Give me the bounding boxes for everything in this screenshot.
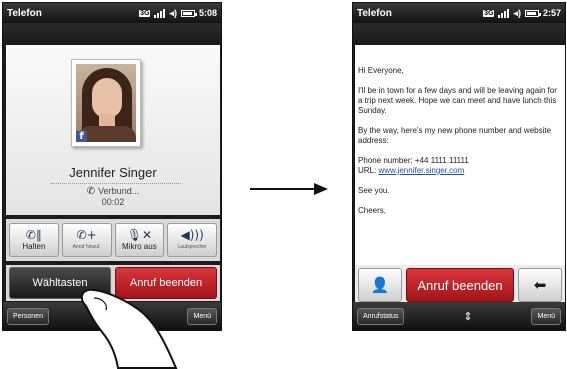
contact-name: Jennifer Singer: [69, 165, 157, 180]
facebook-icon: f: [76, 131, 87, 142]
connecting-phone-icon: ✆: [86, 186, 96, 197]
phone-screen-message-view: Telefon 3G ◂) 2:57 Hi Everyone, I'll be …: [352, 2, 566, 331]
speaker-button[interactable]: ◀))) Lautsprecher: [167, 223, 217, 257]
header-band: [353, 23, 565, 45]
add-call-button[interactable]: ✆+ Anruf hinzuf.: [61, 223, 112, 257]
hold-label: Halten: [22, 242, 46, 251]
mute-button[interactable]: 🎙✕ Mikro aus: [114, 223, 165, 257]
menu-softkey[interactable]: Menü: [531, 307, 561, 325]
battery-icon: [524, 9, 541, 17]
network-3g-icon: 3G: [483, 9, 495, 17]
clock: 2:57: [542, 8, 561, 18]
back-arrow-icon: ⬅: [533, 276, 547, 294]
contact-person-icon: 👤: [370, 276, 390, 294]
contacts-softkey[interactable]: Personen: [7, 307, 49, 325]
status-bar: Telefon 3G ◂) 2:57: [353, 3, 565, 23]
signoff: Cheers,: [358, 206, 387, 215]
phone-number-line: Phone number: +44 1111 11111: [358, 156, 469, 165]
status-bar: Telefon 3G ◂) 5:08: [3, 3, 221, 23]
call-info-panel: f Jennifer Singer ✆ Verbund... 00:02: [6, 45, 220, 215]
header-band: [3, 23, 221, 45]
add-call-icon: ✆+: [76, 228, 97, 242]
mic-mute-icon: 🎙✕: [126, 228, 153, 242]
contact-photo: f: [71, 59, 141, 147]
greeting: Hi Everyone,: [358, 66, 404, 75]
message-paragraph: By the way, here's my new phone number a…: [358, 126, 552, 145]
contact-card-button[interactable]: 👤: [358, 268, 402, 302]
message-paragraph: I'll be in town for a few days and will …: [358, 86, 557, 115]
mute-label: Mikro aus: [122, 242, 157, 251]
call-controls: ✆∥ Halten ✆+ Anruf hinzuf. 🎙✕ Mikro aus …: [6, 219, 220, 261]
battery-icon: [180, 9, 197, 17]
website-link[interactable]: www.jennifer.singer.com: [378, 166, 464, 175]
tapping-finger-illustration: [80, 288, 178, 369]
contact-details: Phone number: +44 1111 11111 URL: www.je…: [358, 156, 563, 176]
closing: See you.: [358, 186, 390, 195]
network-3g-icon: 3G: [139, 9, 151, 17]
divider: [51, 183, 181, 184]
signal-icon: [498, 8, 510, 18]
app-title: Telefon: [357, 7, 392, 19]
back-button[interactable]: ⬅: [518, 268, 562, 302]
transition-arrow: [250, 183, 328, 195]
call-status-softkey[interactable]: Anrufstatus: [357, 307, 405, 325]
app-title: Telefon: [7, 7, 42, 19]
speaker-volume-icon: ◂): [169, 7, 177, 18]
speaker-icon: ◀))): [180, 228, 204, 242]
message-body: Hi Everyone, I'll be in town for a few d…: [355, 45, 565, 265]
url-label: URL:: [358, 166, 379, 175]
call-action-row: 👤 Anruf beenden ⬅: [355, 265, 565, 305]
add-call-label: Anruf hinzuf.: [72, 244, 101, 250]
softkey-bar: Anrufstatus ⇕ Menü: [353, 302, 565, 330]
speaker-volume-icon: ◂): [513, 7, 521, 18]
pause-call-icon: ✆∥: [25, 228, 42, 242]
call-status: ✆ Verbund... 00:02: [6, 186, 220, 208]
end-call-button[interactable]: Anruf beenden: [406, 268, 514, 302]
scroll-handle-icon[interactable]: ⇕: [463, 310, 472, 323]
clock: 5:08: [198, 8, 217, 18]
call-status-text: Verbund...: [98, 186, 140, 196]
hold-button[interactable]: ✆∥ Halten: [9, 223, 59, 257]
signal-icon: [154, 8, 166, 18]
speaker-label: Lautsprecher: [177, 244, 207, 250]
call-duration: 00:02: [101, 197, 125, 207]
